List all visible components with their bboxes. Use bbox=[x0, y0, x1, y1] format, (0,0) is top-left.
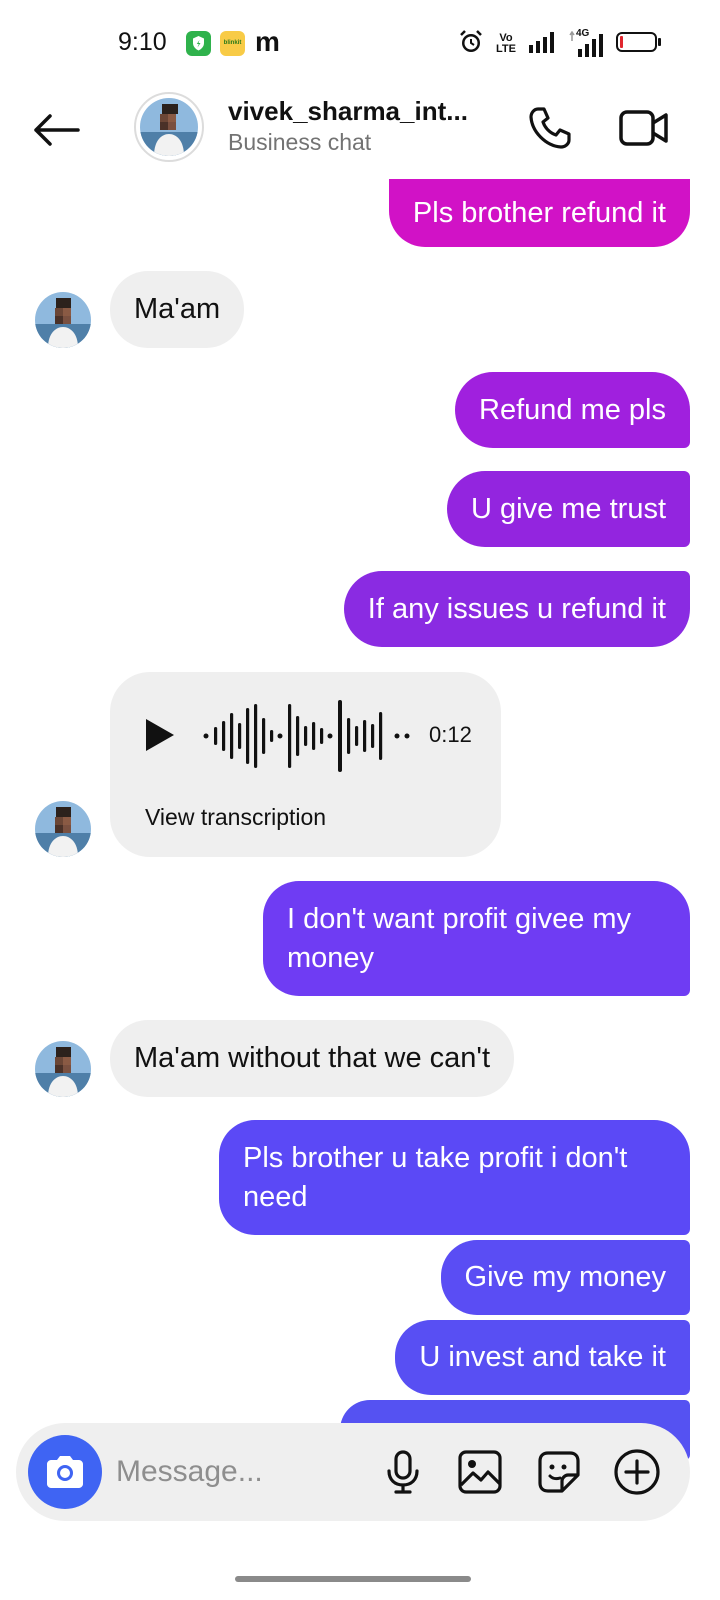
volte-icon: Vo LTE bbox=[496, 32, 516, 55]
microphone-icon bbox=[387, 1450, 419, 1494]
message-bubble-outgoing[interactable]: Pls brother refund it bbox=[388, 179, 690, 247]
vpn-shield-icon bbox=[186, 31, 211, 56]
back-button[interactable] bbox=[28, 102, 84, 158]
message-text: Ma'am without that we can't bbox=[134, 1042, 491, 1074]
voice-duration: 0:12 bbox=[429, 722, 472, 747]
chat-subtitle: Business chat bbox=[228, 129, 372, 155]
message-text: Pls brother u take profit i don't need bbox=[243, 1141, 628, 1213]
view-transcription-link[interactable]: View transcription bbox=[145, 804, 326, 831]
sticker-icon bbox=[538, 1451, 580, 1493]
chat-header: vivek_sharma_int... Business chat bbox=[0, 86, 720, 178]
play-icon bbox=[146, 719, 174, 751]
message-text: Pls brother refund it bbox=[412, 196, 666, 229]
avatar-photo-icon bbox=[35, 1041, 91, 1097]
status-time: 9:10 bbox=[118, 28, 167, 56]
camera-button[interactable] bbox=[28, 1435, 102, 1509]
blinkit-app-icon: blinkit bbox=[220, 31, 245, 56]
sender-avatar[interactable] bbox=[35, 292, 91, 348]
avatar-photo-icon bbox=[140, 98, 198, 156]
message-text: If any issues u refund it bbox=[367, 592, 666, 625]
message-bubble-outgoing[interactable]: Refund me pls bbox=[455, 372, 690, 448]
m-app-icon: m bbox=[255, 26, 280, 57]
sender-avatar[interactable] bbox=[35, 1041, 91, 1097]
sender-avatar[interactable] bbox=[35, 801, 91, 857]
waveform[interactable] bbox=[202, 696, 426, 776]
gallery-icon bbox=[458, 1450, 502, 1494]
voice-record-button[interactable] bbox=[378, 1447, 428, 1497]
arrow-left-icon bbox=[34, 114, 80, 146]
message-input[interactable] bbox=[116, 1449, 366, 1495]
gallery-button[interactable] bbox=[455, 1447, 505, 1497]
message-text: U give me trust bbox=[471, 492, 666, 525]
avatar-photo-icon bbox=[35, 801, 91, 857]
message-text: U invest and take it bbox=[419, 1341, 666, 1373]
signal-icon bbox=[528, 31, 558, 58]
message-bubble-outgoing[interactable]: U invest and take it bbox=[395, 1320, 690, 1395]
audio-call-button[interactable] bbox=[522, 100, 578, 156]
home-indicator[interactable] bbox=[235, 1576, 471, 1582]
message-composer bbox=[16, 1423, 690, 1521]
voice-message-bubble: 0:12 View transcription bbox=[110, 672, 501, 857]
status-bar: 9:10 blinkit m Vo LTE 4G bbox=[0, 0, 720, 86]
message-text: Ma'am bbox=[134, 293, 221, 325]
sticker-button[interactable] bbox=[534, 1447, 584, 1497]
battery-low-icon bbox=[616, 31, 662, 58]
phone-icon bbox=[529, 107, 571, 149]
avatar-photo-icon bbox=[35, 292, 91, 348]
play-button[interactable] bbox=[142, 716, 178, 754]
contact-avatar[interactable] bbox=[134, 92, 204, 162]
message-bubble-incoming[interactable]: Ma'am bbox=[110, 271, 245, 348]
message-bubble-outgoing[interactable]: If any issues u refund it bbox=[343, 571, 690, 647]
4g-signal-icon: 4G bbox=[568, 28, 606, 57]
message-bubble-outgoing[interactable]: Pls brother u take profit i don't need bbox=[219, 1120, 690, 1235]
message-bubble-incoming[interactable]: Ma'am without that we can't bbox=[110, 1020, 515, 1097]
status-icons: Vo LTE 4G bbox=[458, 28, 662, 60]
camera-icon bbox=[47, 1456, 83, 1488]
contact-name[interactable]: vivek_sharma_int... bbox=[228, 96, 484, 127]
video-camera-icon bbox=[619, 110, 668, 146]
message-bubble-outgoing[interactable]: U give me trust bbox=[447, 471, 690, 547]
add-icon bbox=[614, 1449, 660, 1495]
message-text: I don't want profit givee my money bbox=[287, 902, 632, 974]
message-text: Refund me pls bbox=[479, 393, 666, 426]
alarm-icon bbox=[458, 29, 484, 60]
message-text: Give my money bbox=[464, 1261, 666, 1293]
video-call-button[interactable] bbox=[614, 100, 674, 156]
message-bubble-outgoing[interactable]: I don't want profit givee my money bbox=[263, 881, 690, 996]
message-bubble-outgoing[interactable]: Give my money bbox=[440, 1240, 690, 1315]
add-button[interactable] bbox=[612, 1447, 662, 1497]
